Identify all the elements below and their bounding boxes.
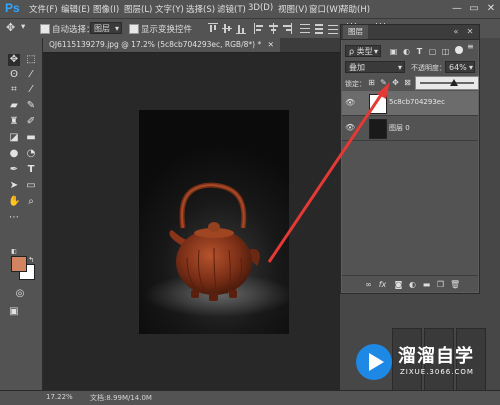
- watermark-title: 溜溜自学: [398, 346, 474, 367]
- watermark-logo: 溜溜自学 ZIXUE.3066.COM: [352, 338, 500, 390]
- play-logo-icon: [356, 344, 392, 380]
- zoom-level[interactable]: 17.22%: [46, 393, 73, 401]
- document-info: 文档:8.99M/14.0M: [90, 394, 152, 402]
- watermark-url: ZIXUE.3066.COM: [400, 368, 474, 376]
- status-bar: 17.22% 文档:8.99M/14.0M: [0, 390, 500, 405]
